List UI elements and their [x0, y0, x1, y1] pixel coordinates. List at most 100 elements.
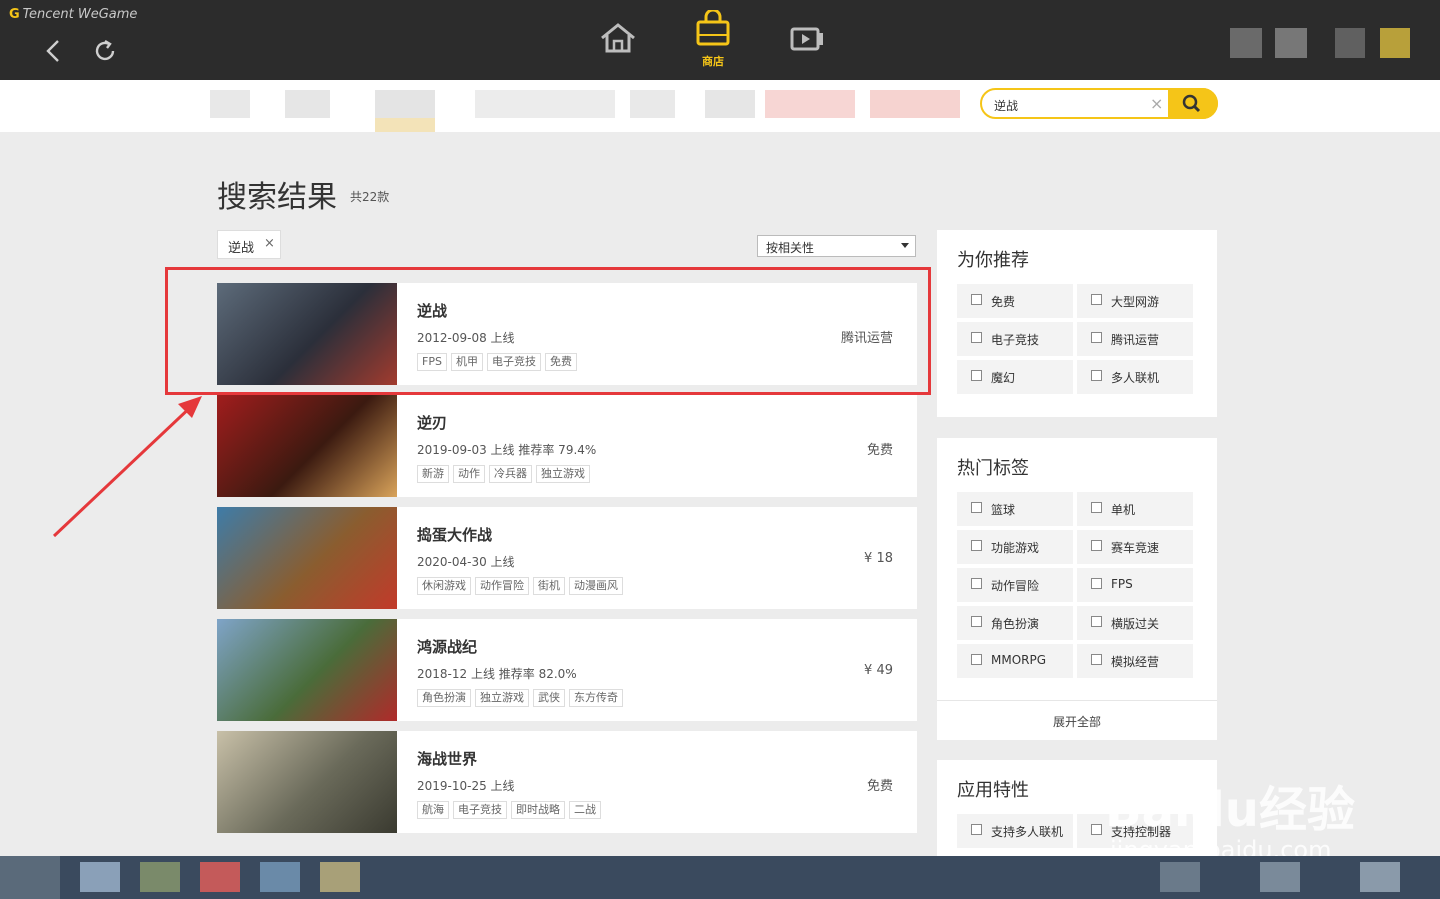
- option-label: 赛车竞速: [1111, 541, 1160, 555]
- search-button[interactable]: [1168, 88, 1218, 119]
- game-card[interactable]: 鸿源战纪 2018-12 上线 推荐率 82.0% 角色扮演 独立游戏 武侠 东…: [217, 619, 917, 721]
- filter-chip[interactable]: 逆战 ×: [217, 230, 281, 259]
- filter-option[interactable]: 赛车竞速: [1077, 530, 1193, 564]
- filter-option[interactable]: 腾讯运营: [1077, 322, 1193, 356]
- option-label: 多人联机: [1111, 371, 1160, 385]
- game-name[interactable]: 鸿源战纪: [417, 636, 477, 657]
- game-tag[interactable]: 新游: [417, 465, 449, 483]
- filter-option[interactable]: 支持多人联机: [957, 814, 1073, 848]
- checkbox[interactable]: [971, 824, 982, 835]
- filter-option[interactable]: MMORPG: [957, 644, 1073, 678]
- game-tag[interactable]: 角色扮演: [417, 689, 471, 707]
- checkbox[interactable]: [971, 294, 982, 305]
- checkbox[interactable]: [1091, 616, 1102, 627]
- filter-option[interactable]: 免费: [957, 284, 1073, 318]
- filter-option[interactable]: 动作冒险: [957, 568, 1073, 602]
- nav-shop-label: 商店: [702, 55, 724, 68]
- checkbox[interactable]: [971, 332, 982, 343]
- recommend-title: 为你推荐: [957, 250, 1029, 271]
- game-card[interactable]: 捣蛋大作战 2020-04-30 上线 休闲游戏 动作冒险 街机 动漫画风 ¥ …: [217, 507, 917, 609]
- game-tag[interactable]: 二战: [569, 801, 601, 819]
- game-tag[interactable]: 电子竞技: [453, 801, 507, 819]
- back-icon[interactable]: [42, 36, 64, 66]
- checkbox[interactable]: [971, 654, 982, 665]
- clear-icon[interactable]: ×: [1150, 94, 1163, 113]
- game-tag[interactable]: 独立游戏: [475, 689, 529, 707]
- checkbox[interactable]: [971, 540, 982, 551]
- filter-option[interactable]: 角色扮演: [957, 606, 1073, 640]
- filter-option[interactable]: 横版过关: [1077, 606, 1193, 640]
- page-title: 搜索结果: [217, 180, 337, 215]
- filter-option[interactable]: 功能游戏: [957, 530, 1073, 564]
- filter-option[interactable]: 大型网游: [1077, 284, 1193, 318]
- option-label: 支持多人联机: [991, 825, 1064, 839]
- game-name[interactable]: 逆刃: [417, 412, 447, 433]
- checkbox[interactable]: [971, 370, 982, 381]
- filter-option[interactable]: 单机: [1077, 492, 1193, 526]
- features-title: 应用特性: [957, 780, 1029, 801]
- game-tag[interactable]: 东方传奇: [569, 689, 623, 707]
- game-card[interactable]: 海战世界 2019-10-25 上线 航海 电子竞技 即时战略 二战 免费: [217, 731, 917, 833]
- game-thumbnail[interactable]: [217, 731, 397, 833]
- game-tag[interactable]: 动作: [453, 465, 485, 483]
- game-tag[interactable]: 即时战略: [511, 801, 565, 819]
- expand-all-link[interactable]: 展开全部: [937, 713, 1217, 730]
- window-controls-blurred: [1215, 0, 1440, 80]
- search-input[interactable]: [994, 96, 1144, 114]
- filter-option[interactable]: 多人联机: [1077, 360, 1193, 394]
- game-thumbnail[interactable]: [217, 507, 397, 609]
- game-thumbnail[interactable]: [217, 619, 397, 721]
- filter-option[interactable]: 模拟经营: [1077, 644, 1193, 678]
- game-tag[interactable]: 动作冒险: [475, 577, 529, 595]
- checkbox[interactable]: [1091, 370, 1102, 381]
- checkbox[interactable]: [1091, 502, 1102, 513]
- game-tag[interactable]: 独立游戏: [536, 465, 590, 483]
- sort-label: 按相关性: [766, 241, 815, 255]
- checkbox[interactable]: [1091, 294, 1102, 305]
- video-icon[interactable]: [788, 22, 828, 56]
- filter-option[interactable]: 魔幻: [957, 360, 1073, 394]
- filter-option[interactable]: FPS: [1077, 568, 1193, 602]
- game-price: ¥ 18: [864, 551, 893, 566]
- game-meta: 2019-09-03 上线 推荐率 79.4%: [417, 443, 597, 457]
- game-tag[interactable]: 武侠: [533, 689, 565, 707]
- game-meta: 2020-04-30 上线: [417, 555, 515, 569]
- refresh-icon[interactable]: [92, 38, 118, 64]
- game-tag[interactable]: 航海: [417, 801, 449, 819]
- option-label: 模拟经营: [1111, 655, 1160, 669]
- checkbox[interactable]: [1091, 824, 1102, 835]
- checkbox[interactable]: [971, 578, 982, 589]
- checkbox[interactable]: [971, 502, 982, 513]
- game-thumbnail[interactable]: [217, 395, 397, 497]
- home-icon[interactable]: [598, 20, 638, 56]
- search-box[interactable]: ×: [980, 88, 1218, 119]
- option-label: 单机: [1111, 503, 1136, 517]
- game-tag[interactable]: 动漫画风: [569, 577, 623, 595]
- option-label: 功能游戏: [991, 541, 1040, 555]
- filter-option[interactable]: 篮球: [957, 492, 1073, 526]
- game-name[interactable]: 海战世界: [417, 748, 477, 769]
- annotation-highlight-box: [165, 267, 931, 395]
- filter-option[interactable]: 电子竞技: [957, 322, 1073, 356]
- game-tags: 角色扮演 独立游戏 武侠 东方传奇: [417, 689, 623, 707]
- checkbox[interactable]: [1091, 332, 1102, 343]
- game-tag[interactable]: 冷兵器: [489, 465, 532, 483]
- game-tags: 航海 电子竞技 即时战略 二战: [417, 801, 601, 819]
- checkbox[interactable]: [1091, 654, 1102, 665]
- checkbox[interactable]: [1091, 540, 1102, 551]
- chip-close-icon[interactable]: ×: [264, 236, 275, 251]
- divider: [937, 700, 1217, 701]
- sort-dropdown[interactable]: 按相关性: [757, 235, 916, 257]
- option-label: 大型网游: [1111, 295, 1160, 309]
- filter-chip-label: 逆战: [228, 241, 255, 256]
- game-tag[interactable]: 休闲游戏: [417, 577, 471, 595]
- game-name[interactable]: 捣蛋大作战: [417, 524, 492, 545]
- option-label: 横版过关: [1111, 617, 1160, 631]
- game-tag[interactable]: 街机: [533, 577, 565, 595]
- shopping-bag-icon: [696, 8, 730, 46]
- game-card[interactable]: 逆刃 2019-09-03 上线 推荐率 79.4% 新游 动作 冷兵器 独立游…: [217, 395, 917, 497]
- brand-logo: G Tencent WeGame: [9, 7, 138, 22]
- nav-shop-tab[interactable]: 商店: [690, 8, 736, 68]
- checkbox[interactable]: [971, 616, 982, 627]
- checkbox[interactable]: [1091, 578, 1102, 589]
